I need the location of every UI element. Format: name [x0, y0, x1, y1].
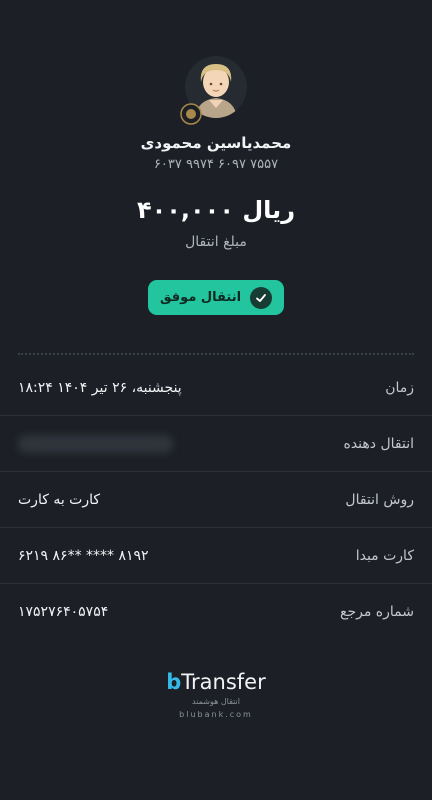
bank-badge-icon	[180, 103, 202, 125]
detail-label: شماره مرجع	[340, 604, 414, 620]
detail-row-reference: شماره مرجع ۱۷۵۲۷۶۴۰۵۷۵۴	[0, 584, 432, 640]
detail-value: ۶۲۱۹ ۸۶** **** ۸۱۹۲	[18, 547, 149, 564]
recipient-card-number: ۶۰۳۷ ۹۹۷۴ ۶۰۹۷ ۷۵۵۷	[153, 157, 279, 172]
status-badge: انتقال موفق	[148, 280, 284, 315]
detail-row-method: روش انتقال کارت به کارت	[0, 472, 432, 528]
detail-label: روش انتقال	[345, 491, 414, 508]
detail-row-time: زمان ۱۸:۲۴ پنجشنبه، ۲۶ تیر ۱۴۰۴	[0, 360, 432, 416]
logo-tagline: انتقال هوشمند	[192, 697, 240, 706]
logo-website: blubank.com	[179, 710, 253, 719]
detail-value: کارت به کارت	[18, 491, 101, 508]
checkmark-icon	[250, 286, 273, 309]
transfer-amount-label: مبلغ انتقال	[185, 234, 247, 250]
detail-value: ۱۷۵۲۷۶۴۰۵۷۵۴	[18, 604, 109, 620]
status-text: انتقال موفق	[159, 290, 242, 305]
btransfer-logo: bTransfer	[166, 670, 266, 694]
transfer-amount: ۴۰۰,۰۰۰ ریال	[136, 196, 296, 224]
recipient-name: محمدیاسین محمودی	[140, 134, 292, 152]
redacted-sender-value	[18, 434, 173, 453]
detail-value: ۱۸:۲۴ پنجشنبه، ۲۶ تیر ۱۴۰۴	[18, 379, 182, 396]
detail-label: انتقال دهنده	[343, 435, 414, 452]
dotted-divider	[18, 353, 414, 355]
detail-label: زمان	[385, 379, 414, 396]
detail-label: کارت مبدا	[355, 547, 414, 564]
detail-row-source-card: کارت مبدا ۶۲۱۹ ۸۶** **** ۸۱۹۲	[0, 528, 432, 584]
detail-row-sender: انتقال دهنده	[0, 416, 432, 472]
